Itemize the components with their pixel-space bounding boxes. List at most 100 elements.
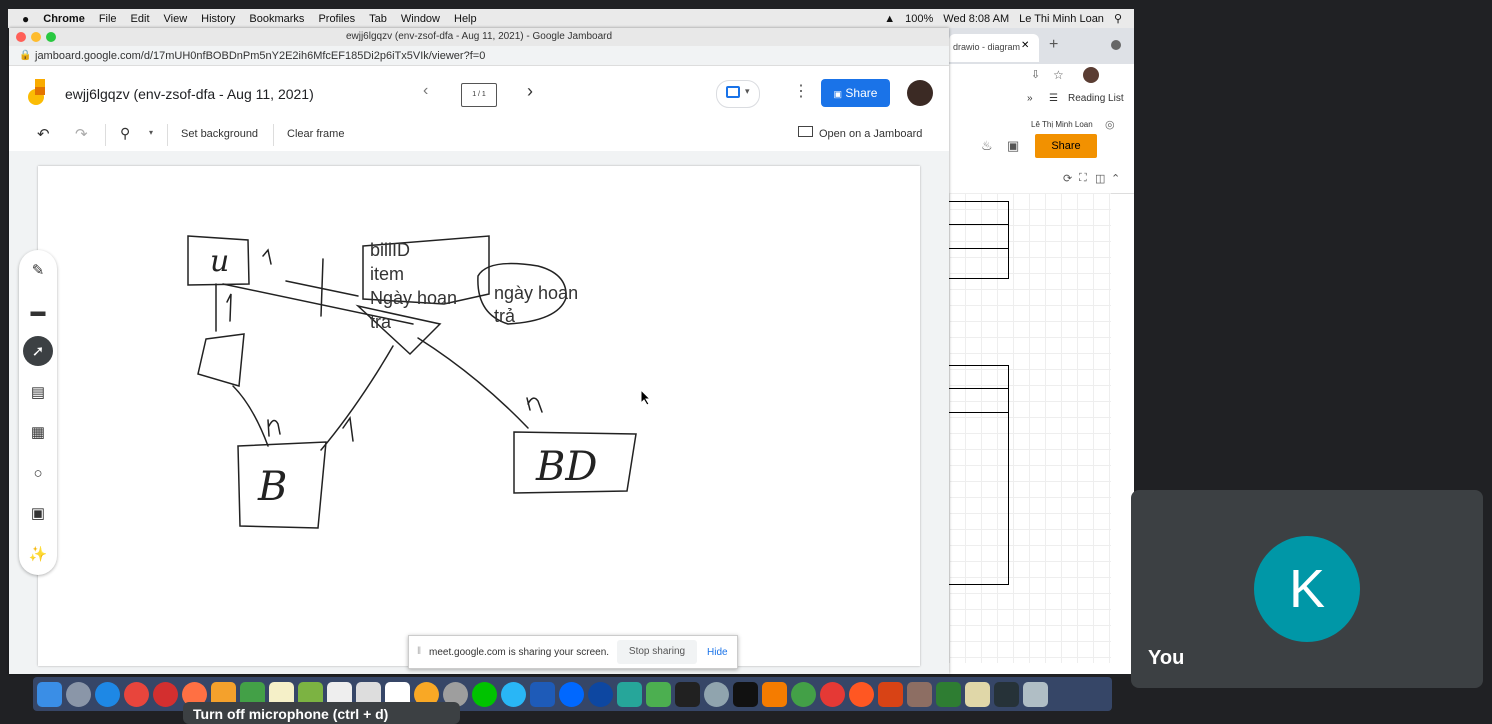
meet-self-tile[interactable]: K You	[1131, 490, 1483, 688]
panel-icon[interactable]: ◫	[1095, 172, 1105, 185]
frame-bar-button[interactable]: 1 / 1	[461, 83, 497, 107]
drawio-canvas[interactable]	[949, 193, 1111, 663]
bookmarks-overflow-icon[interactable]: »	[1027, 93, 1033, 104]
close-window-icon[interactable]	[16, 32, 26, 42]
text-box-icon[interactable]: ▣	[23, 498, 53, 528]
minimize-window-icon[interactable]	[31, 32, 41, 42]
menu-profiles[interactable]: Profiles	[318, 13, 355, 25]
bell-icon[interactable]: ♨	[981, 138, 993, 154]
word-icon[interactable]	[530, 681, 555, 707]
sticky-note-icon[interactable]: ▤	[23, 377, 53, 407]
sync-icon[interactable]: ⟳	[1063, 172, 1072, 185]
menu-tab[interactable]: Tab	[369, 13, 387, 25]
safari-icon[interactable]	[95, 681, 120, 707]
fullscreen-icon[interactable]: ⛶	[1079, 172, 1087, 185]
apple-icon[interactable]: ●	[22, 12, 29, 26]
zalo-icon[interactable]	[559, 681, 584, 707]
terminal-icon[interactable]	[675, 681, 700, 707]
install-icon[interactable]: ⇩	[1031, 68, 1040, 81]
pen-icon[interactable]: ✎	[23, 255, 53, 285]
vim-icon[interactable]	[646, 681, 671, 707]
finder-icon[interactable]	[37, 681, 62, 707]
search-icon[interactable]: ⚲	[1114, 12, 1122, 25]
menu-view[interactable]: View	[164, 13, 188, 25]
jam-frame[interactable]: billID item Ngày hoan tra ngày hoan trả …	[38, 166, 920, 666]
drag-handle-icon[interactable]: ‖	[417, 646, 421, 657]
select-icon[interactable]: ➚	[23, 336, 53, 366]
clock[interactable]: Wed 8:08 AM	[943, 13, 1009, 25]
attributes-text[interactable]: billID item Ngày hoan tra	[370, 238, 457, 334]
hide-button[interactable]: Hide	[707, 647, 728, 658]
drawing-layer[interactable]	[38, 166, 920, 666]
menu-help[interactable]: Help	[454, 13, 477, 25]
drawio-share-button[interactable]: Share	[1035, 134, 1097, 158]
jamboard-logo-icon[interactable]	[27, 79, 49, 107]
set-background-button[interactable]: Set background	[181, 128, 258, 140]
drawio-user[interactable]: Lê Thị Minh Loan	[1031, 120, 1093, 129]
battery-percent[interactable]: 100%	[905, 13, 933, 25]
app-red-icon[interactable]	[820, 681, 845, 707]
diamond-small[interactable]	[197, 333, 245, 387]
launchpad-icon[interactable]	[66, 681, 91, 707]
drawio-table-row[interactable]	[949, 225, 1009, 249]
virtualbox-icon[interactable]	[617, 681, 642, 707]
line-rel-to-b[interactable]	[320, 345, 394, 451]
new-tab-icon[interactable]: +	[1049, 36, 1058, 54]
menu-window[interactable]: Window	[401, 13, 440, 25]
drawio-table-row[interactable]	[949, 389, 1009, 413]
reading-list-icon[interactable]: ☰	[1049, 93, 1058, 104]
stop-sharing-button[interactable]: Stop sharing	[617, 640, 697, 664]
drawio-table-row[interactable]	[949, 201, 1009, 225]
ellipse-text[interactable]: ngày hoan trả	[494, 282, 578, 328]
eraser-icon[interactable]: ▬	[23, 296, 53, 326]
zoom-chevron-icon[interactable]: ▾	[149, 128, 153, 137]
clear-frame-button[interactable]: Clear frame	[287, 128, 344, 140]
present-button[interactable]: ▾	[716, 80, 760, 108]
preview-icon[interactable]	[965, 681, 990, 707]
terminal2-icon[interactable]	[733, 681, 758, 707]
lock-icon[interactable]: 🔒	[19, 46, 31, 66]
doc-title[interactable]: ewjj6lgqzv (env-zsof-dfa - Aug 11, 2021)	[65, 86, 314, 102]
menu-history[interactable]: History	[201, 13, 235, 25]
account-avatar[interactable]	[907, 80, 933, 106]
line-icon[interactable]	[472, 681, 497, 707]
circle-icon[interactable]: ○	[23, 458, 53, 488]
menu-bookmarks[interactable]: Bookmarks	[249, 13, 304, 25]
profile-avatar[interactable]	[1083, 67, 1099, 83]
drawio-table-body[interactable]	[949, 413, 1009, 585]
collapse-icon[interactable]: ⌃	[1111, 172, 1120, 185]
app-n-icon[interactable]	[588, 681, 613, 707]
url-text[interactable]: jamboard.google.com/d/17mUH0nfBOBDnPm5nY…	[35, 50, 485, 62]
archive-icon[interactable]	[907, 681, 932, 707]
menu-file[interactable]: File	[99, 13, 117, 25]
wifi-icon[interactable]: ▲	[884, 13, 895, 25]
open-on-jamboard-button[interactable]: Open on a Jamboard	[819, 128, 922, 140]
menu-app-name[interactable]: Chrome	[43, 13, 85, 25]
excel-icon[interactable]	[936, 681, 961, 707]
next-frame-icon[interactable]: ›	[527, 81, 533, 102]
url-bar[interactable]: 🔒 jamboard.google.com/d/17mUH0nfBOBDnPm5…	[9, 46, 949, 66]
more-options-icon[interactable]: ⋮	[793, 81, 809, 101]
disk-utility-icon[interactable]	[704, 681, 729, 707]
opera-icon[interactable]	[153, 681, 178, 707]
zoom-icon[interactable]: ⚲	[120, 125, 130, 142]
laser-icon[interactable]: ✨	[23, 539, 53, 569]
chrome-icon[interactable]	[124, 681, 149, 707]
reading-list-label[interactable]: Reading List	[1068, 93, 1124, 104]
share-button[interactable]: ▣ Share	[821, 79, 890, 107]
redo-icon[interactable]: ↷	[75, 125, 88, 143]
menu-edit[interactable]: Edit	[131, 13, 150, 25]
profile-dot-icon[interactable]	[1111, 40, 1121, 50]
image-icon[interactable]: ▦	[23, 417, 53, 447]
app-c-icon[interactable]	[762, 681, 787, 707]
compass-icon[interactable]	[849, 681, 874, 707]
star-icon[interactable]: ☆	[1053, 68, 1064, 82]
line-rel-to-bd[interactable]	[417, 337, 529, 429]
close-tab-icon[interactable]: ✕	[1021, 40, 1029, 51]
user-name[interactable]: Le Thi Minh Loan	[1019, 13, 1104, 25]
zoom-window-icon[interactable]	[46, 32, 56, 42]
line-diamond-to-b[interactable]	[232, 385, 269, 447]
prev-frame-icon[interactable]: ‹	[423, 82, 428, 100]
monitor-icon[interactable]	[798, 126, 813, 137]
undo-icon[interactable]: ↶	[37, 125, 50, 143]
